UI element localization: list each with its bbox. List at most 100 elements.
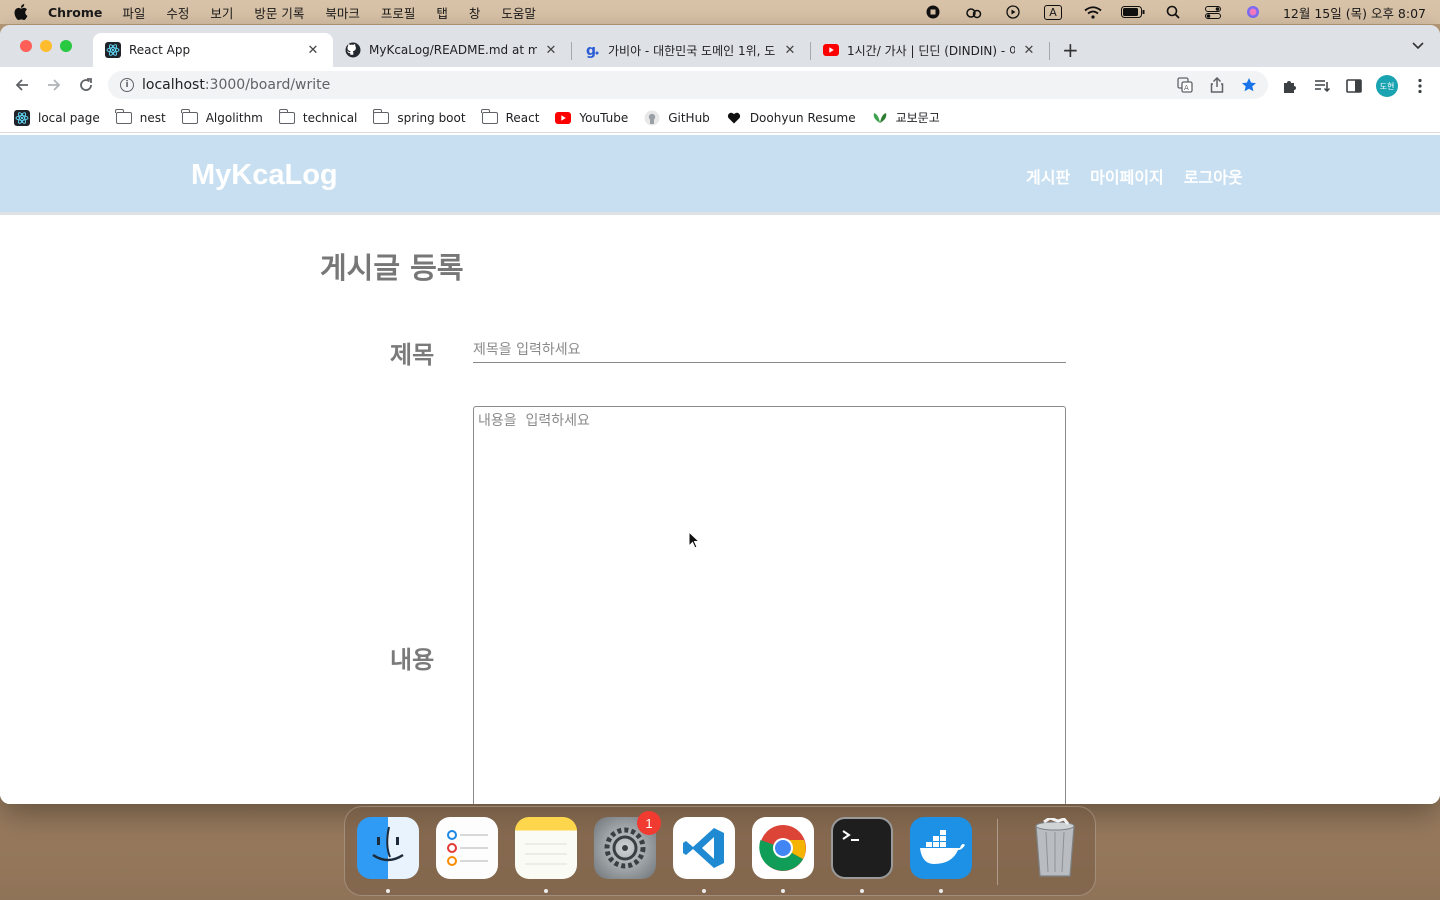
bookmark-label: Algolithm — [205, 110, 263, 125]
content-label: 내용 — [390, 646, 435, 674]
docker-icon[interactable] — [910, 817, 972, 879]
siri-icon[interactable] — [1233, 0, 1273, 24]
trash-icon[interactable] — [1024, 817, 1086, 879]
bookmark-label: local page — [38, 110, 100, 125]
reload-icon[interactable] — [76, 75, 96, 95]
tab-youtube[interactable]: 1시간/ 가사 | 딘딘 (DINDIN) - 이러 ✕ — [811, 33, 1049, 67]
spotlight-search-icon[interactable] — [1153, 0, 1193, 24]
bookmarks-bar: local page nest Algolithm technical spri… — [0, 103, 1440, 133]
close-tab-icon[interactable]: ✕ — [305, 43, 321, 58]
address-bar[interactable]: i localhost:3000/board/write A — [108, 71, 1268, 99]
record-icon[interactable] — [913, 0, 953, 24]
bookmark-github[interactable]: GitHub — [644, 110, 710, 126]
extensions-puzzle-icon[interactable] — [1280, 76, 1300, 96]
zoom-window-button[interactable] — [60, 40, 72, 52]
chrome-menu-kebab-icon[interactable] — [1410, 76, 1430, 96]
menubar-item-help[interactable]: 도움말 — [501, 3, 536, 22]
menubar-clock[interactable]: 12월 15일 (목) 오후 8:07 — [1283, 3, 1426, 22]
forward-arrow-icon[interactable] — [44, 75, 64, 95]
back-arrow-icon[interactable] — [12, 75, 32, 95]
gabia-icon: g — [584, 42, 600, 58]
terminal-icon[interactable] — [831, 817, 893, 879]
site-info-icon[interactable]: i — [120, 78, 134, 92]
address-host: localhost — [142, 77, 205, 93]
bookmark-folder-spring-boot[interactable]: spring boot — [373, 108, 466, 126]
menubar-item-view[interactable]: 보기 — [210, 3, 233, 22]
youtube-icon — [823, 42, 839, 58]
translate-icon[interactable]: A — [1176, 76, 1194, 94]
new-tab-icon[interactable]: + — [1062, 38, 1079, 62]
folder-icon — [373, 108, 390, 126]
reading-list-icon[interactable] — [1312, 76, 1332, 96]
bookmark-youtube[interactable]: YouTube — [555, 110, 628, 126]
profile-avatar[interactable]: 도현 — [1376, 75, 1398, 97]
content-textarea[interactable] — [473, 406, 1066, 804]
bookmark-kyobo[interactable]: 교보문고 — [872, 109, 940, 126]
bookmark-doohyun-resume[interactable]: Doohyun Resume — [726, 110, 856, 126]
menubar-item-bookmarks[interactable]: 북마크 — [325, 3, 360, 22]
finder-icon[interactable] — [357, 817, 419, 879]
address-bar-actions: A — [1176, 76, 1258, 94]
bookmark-folder-technical[interactable]: technical — [278, 108, 358, 126]
control-center-icon[interactable] — [1193, 0, 1233, 24]
nav-logout-link[interactable]: 로그아웃 — [1184, 164, 1243, 188]
close-tab-icon[interactable]: ✕ — [1021, 43, 1037, 58]
battery-icon[interactable] — [1113, 0, 1153, 24]
vscode-icon[interactable] — [673, 817, 735, 879]
menubar-item-profiles[interactable]: 프로필 — [381, 3, 416, 22]
macos-dock: 1 — [344, 806, 1096, 896]
nav-board-link[interactable]: 게시판 — [1026, 164, 1070, 188]
svg-text:A: A — [1184, 84, 1189, 92]
title-input[interactable] — [473, 337, 1066, 363]
youtube-icon — [555, 110, 572, 126]
wifi-icon[interactable] — [1073, 0, 1113, 24]
bookmark-label: spring boot — [397, 110, 466, 125]
window-controls — [20, 40, 72, 52]
tab-search-chevron-icon[interactable] — [1412, 39, 1424, 53]
tab-title: 가비아 - 대한민국 도메인 1위, 도메인 — [608, 43, 776, 58]
bookmark-folder-nest[interactable]: nest — [115, 108, 166, 126]
bookmark-folder-algolithm[interactable]: Algolithm — [181, 108, 263, 126]
nav-mypage-link[interactable]: 마이페이지 — [1090, 164, 1164, 188]
react-icon — [105, 42, 121, 58]
minimize-window-button[interactable] — [40, 40, 52, 52]
tab-title: 1시간/ 가사 | 딘딘 (DINDIN) - 이러 — [847, 43, 1015, 58]
bookmark-star-icon[interactable] — [1240, 76, 1258, 94]
folder-icon — [481, 108, 498, 126]
tab-gabia[interactable]: g 가비아 - 대한민국 도메인 1위, 도메인 ✕ — [572, 33, 810, 67]
menubar-item-edit[interactable]: 수정 — [166, 3, 189, 22]
bookmark-folder-react[interactable]: React — [481, 108, 540, 126]
play-icon[interactable] — [993, 0, 1033, 24]
menubar-item-window[interactable]: 창 — [469, 3, 481, 22]
close-window-button[interactable] — [20, 40, 32, 52]
bookmark-label: Doohyun Resume — [749, 110, 856, 125]
tab-title: React App — [129, 43, 191, 57]
folder-icon — [115, 108, 132, 126]
site-nav: 게시판 마이페이지 로그아웃 — [1026, 164, 1243, 188]
close-tab-icon[interactable]: ✕ — [782, 43, 798, 58]
browser-window: React App ✕ MyKcaLog/README.md at main ✕… — [0, 25, 1440, 804]
site-brand-logo[interactable]: MyKcaLog — [191, 159, 338, 192]
weather-icon[interactable] — [953, 0, 993, 24]
side-panel-icon[interactable] — [1344, 76, 1364, 96]
bookmark-label: technical — [302, 110, 358, 125]
bookmark-label: YouTube — [579, 110, 629, 125]
menubar-item-file[interactable]: 파일 — [122, 3, 145, 22]
close-tab-icon[interactable]: ✕ — [543, 43, 559, 58]
notes-icon[interactable] — [515, 817, 577, 879]
menubar-item-tab[interactable]: 탭 — [436, 3, 448, 22]
reminders-icon[interactable] — [436, 817, 498, 879]
bookmark-label: React — [505, 110, 540, 125]
tab-react-app[interactable]: React App ✕ — [93, 33, 333, 67]
menubar-app-name[interactable]: Chrome — [48, 5, 102, 20]
running-indicator — [939, 889, 943, 893]
menubar-item-history[interactable]: 방문 기록 — [254, 3, 304, 22]
github-icon — [345, 42, 361, 58]
settings-notification-badge: 1 — [637, 811, 661, 835]
bookmark-local-page[interactable]: local page — [14, 109, 100, 126]
apple-icon[interactable] — [14, 4, 28, 20]
tab-github-readme[interactable]: MyKcaLog/README.md at main ✕ — [333, 33, 571, 67]
chrome-icon[interactable] — [752, 817, 814, 879]
input-source-icon[interactable]: A — [1033, 0, 1073, 24]
share-icon[interactable] — [1208, 76, 1226, 94]
